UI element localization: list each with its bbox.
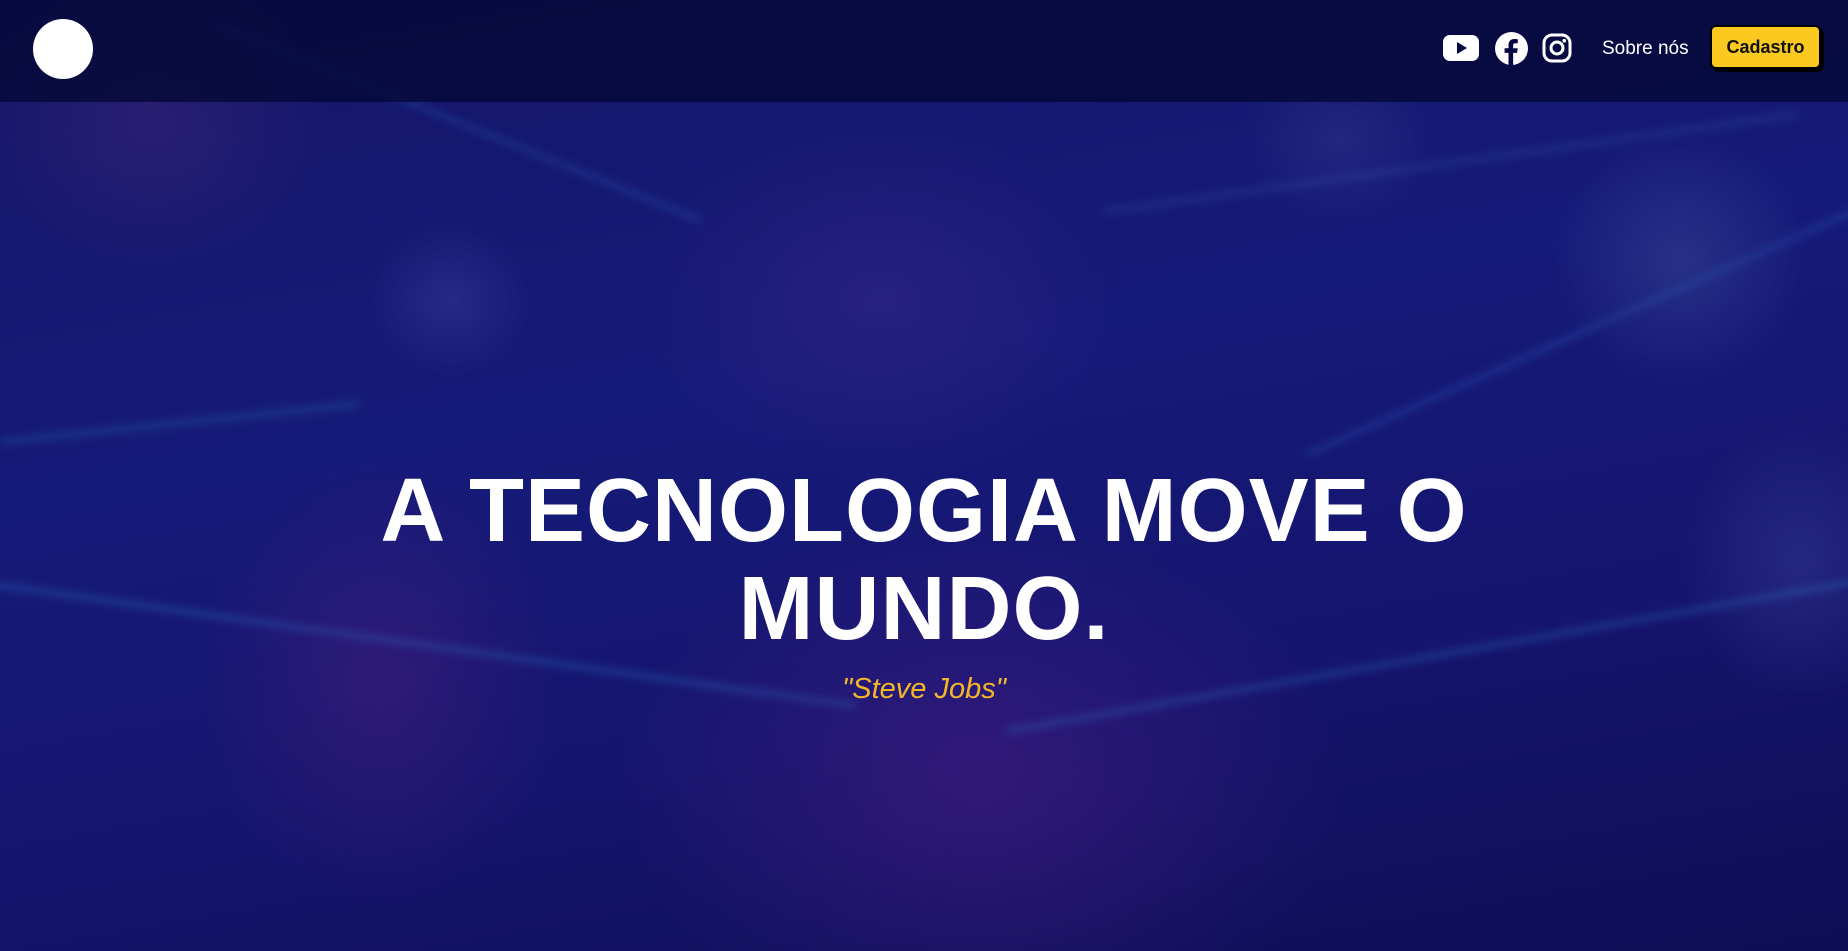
youtube-link[interactable] xyxy=(1443,31,1479,65)
hero-title: A TECNOLOGIA MOVE O MUNDO. xyxy=(380,461,1468,659)
facebook-link[interactable] xyxy=(1494,31,1528,65)
youtube-icon xyxy=(1443,35,1479,61)
instagram-icon xyxy=(1542,33,1572,63)
hero-section: A TECNOLOGIA MOVE O MUNDO. "Steve Jobs" xyxy=(0,462,1848,706)
nav-link-sobre-nos[interactable]: Sobre nós xyxy=(1602,36,1689,62)
facebook-icon xyxy=(1494,31,1528,65)
page: Sobre nós Cadastro A TECNOLOGIA MOVE O M… xyxy=(0,0,1848,951)
hero-quote: "Steve Jobs" xyxy=(841,673,1007,705)
site-header: Sobre nós Cadastro xyxy=(0,0,1848,102)
instagram-link[interactable] xyxy=(1541,31,1573,65)
logo[interactable] xyxy=(33,19,93,79)
cadastro-button[interactable]: Cadastro xyxy=(1710,25,1821,69)
